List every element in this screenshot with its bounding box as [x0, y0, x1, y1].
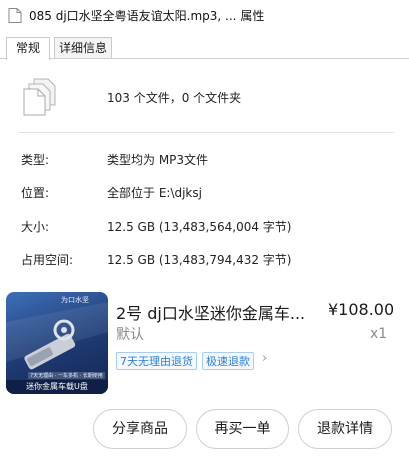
tab-strip: 常规 详细信息: [0, 37, 409, 60]
product-quantity: x1: [370, 326, 388, 342]
tab-divider: [0, 58, 409, 59]
share-product-label: 分享商品: [112, 421, 168, 437]
buy-again-label: 再买一单: [214, 421, 271, 437]
divider: [19, 132, 394, 133]
size-value: 12.5 GB (13,483,564,004 字节): [107, 220, 292, 234]
tag-7-day-return[interactable]: 7天无理由退货: [116, 352, 197, 370]
order-card: 为口水坚 7天无理由 · 一车多机 · 长期使用 迷你金属车载U盘 2号 dj口…: [0, 290, 409, 459]
share-product-button[interactable]: 分享商品: [93, 409, 187, 449]
buy-again-button[interactable]: 再买一单: [196, 409, 289, 449]
refund-details-label: 退款详情: [317, 421, 373, 437]
product-image[interactable]: 为口水坚 7天无理由 · 一车多机 · 长期使用 迷你金属车载U盘: [6, 292, 108, 394]
thumbnail-brand-text: 为口水坚: [61, 296, 89, 304]
refund-details-button[interactable]: 退款详情: [298, 409, 392, 449]
location-value: 全部位于 E:\djksj: [107, 186, 202, 200]
thumbnail-caption: 迷你金属车载U盘: [26, 382, 88, 391]
window-title: 085 dj口水坚全粤语友谊太阳.mp3, ... 属性: [29, 9, 265, 23]
type-value: 类型均为 MP3文件: [107, 153, 209, 167]
tab-details-label: 详细信息: [58, 41, 107, 55]
product-variant: 默认: [116, 327, 144, 343]
size-label: 大小:: [21, 220, 50, 234]
chevron-right-icon[interactable]: ›: [262, 351, 267, 366]
location-label: 位置:: [21, 186, 50, 200]
size-on-disk-value: 12.5 GB (13,483,794,432 字节): [107, 253, 292, 267]
title-bar: 085 dj口水坚全粤语友谊太阳.mp3, ... 属性: [0, 0, 409, 30]
tag-fast-refund[interactable]: 极速退款: [202, 352, 254, 370]
product-title[interactable]: 2号 dj口水坚迷你金属车...: [116, 300, 305, 324]
tab-general-label: 常规: [15, 41, 40, 55]
product-price: ¥108.00: [328, 300, 395, 319]
selection-summary: 103 个文件，0 个文件夹: [107, 91, 242, 105]
properties-dialog: 085 dj口水坚全粤语友谊太阳.mp3, ... 属性 常规 详细信息 103…: [0, 0, 409, 290]
file-icon: [8, 8, 22, 23]
tab-details[interactable]: 详细信息: [54, 37, 112, 58]
thumbnail-sub-text: 7天无理由 · 一车多机 · 长期使用: [28, 372, 105, 379]
size-on-disk-label: 占用空间:: [21, 253, 74, 267]
multiple-files-icon: [23, 78, 56, 116]
tab-general[interactable]: 常规: [6, 37, 50, 60]
type-label: 类型:: [21, 153, 50, 167]
